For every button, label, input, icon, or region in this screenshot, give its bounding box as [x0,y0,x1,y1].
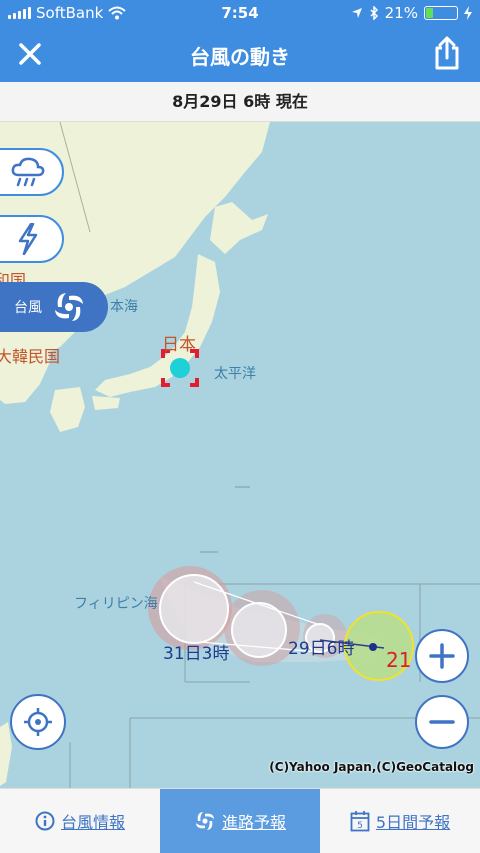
kyushu-landmass [50,387,85,432]
lightning-icon [18,223,38,255]
typhoon-layer-button[interactable]: 台風 [0,282,108,332]
rain-layer-button[interactable] [0,148,64,196]
storm-center-dot [369,643,377,651]
status-right: 21% [351,4,472,22]
tokyo-marker [170,358,190,378]
page-title: 台風の動き [190,45,290,69]
typhoon-map[interactable]: 朝鮮民主主義人民共和国 本海 日本 大韓民国 太平洋 フィリピン海 31日3時 … [0,122,480,788]
status-bar: SoftBank 7:54 21% [0,0,480,26]
label-japan: 日本 [162,335,196,355]
plus-icon [429,643,455,669]
label-sea-of-japan: 本海 [110,299,138,315]
label-philippine-sea: フィリピン海 [74,596,158,612]
tab-typhoon-info[interactable]: 台風情報 [0,789,160,853]
tab-typhoon-info-label: 台風情報 [60,813,125,832]
label-korea: 大韓民国 [0,347,61,366]
bottom-tab-bar: 台風情報 進路予報 5 5日間予報 [0,788,480,853]
typhoon-icon [195,811,215,831]
calendar-icon: 5 [350,811,370,832]
calendar-icon-number: 5 [357,821,363,831]
lightning-layer-button[interactable] [0,215,64,263]
forecast-circle-31d [159,574,229,644]
crosshair-icon [24,708,52,736]
locate-button[interactable] [10,694,66,750]
minus-icon [429,720,455,724]
tab-five-day-label: 5日間予報 [375,813,451,832]
map-copyright: (C)Yahoo Japan,(C)GeoCatalog [269,760,474,774]
date-bar: 8月29日 6時 現在 [0,82,480,122]
typhoon-number-label[interactable]: 21 [386,648,411,672]
tab-five-day[interactable]: 5 5日間予報 [320,789,480,853]
taiwan-landmass [0,722,12,786]
typhoon-layer-label: 台風 [14,300,42,316]
bluetooth-icon [370,6,378,20]
shikoku-landmass [92,396,120,410]
typhoon-icon [55,293,83,321]
info-icon [35,811,55,831]
map-base [0,122,480,788]
rain-cloud-icon [11,157,45,187]
zoom-in-button[interactable] [415,629,469,683]
tab-forecast-track-label: 進路予報 [221,813,286,832]
track-label-29d: 29日6時 [288,639,355,659]
hokkaido-landmass [210,202,268,254]
battery-percent: 21% [384,4,418,22]
battery-icon [424,6,458,20]
app-header: 台風の動き [0,26,480,82]
track-label-31d: 31日3時 [163,644,230,664]
label-pacific: 太平洋 [214,366,256,382]
share-icon[interactable] [432,36,462,70]
charging-icon [464,6,472,20]
tab-forecast-track[interactable]: 進路予報 [160,789,320,853]
location-arrow-icon [351,8,362,18]
zoom-out-button[interactable] [415,695,469,749]
